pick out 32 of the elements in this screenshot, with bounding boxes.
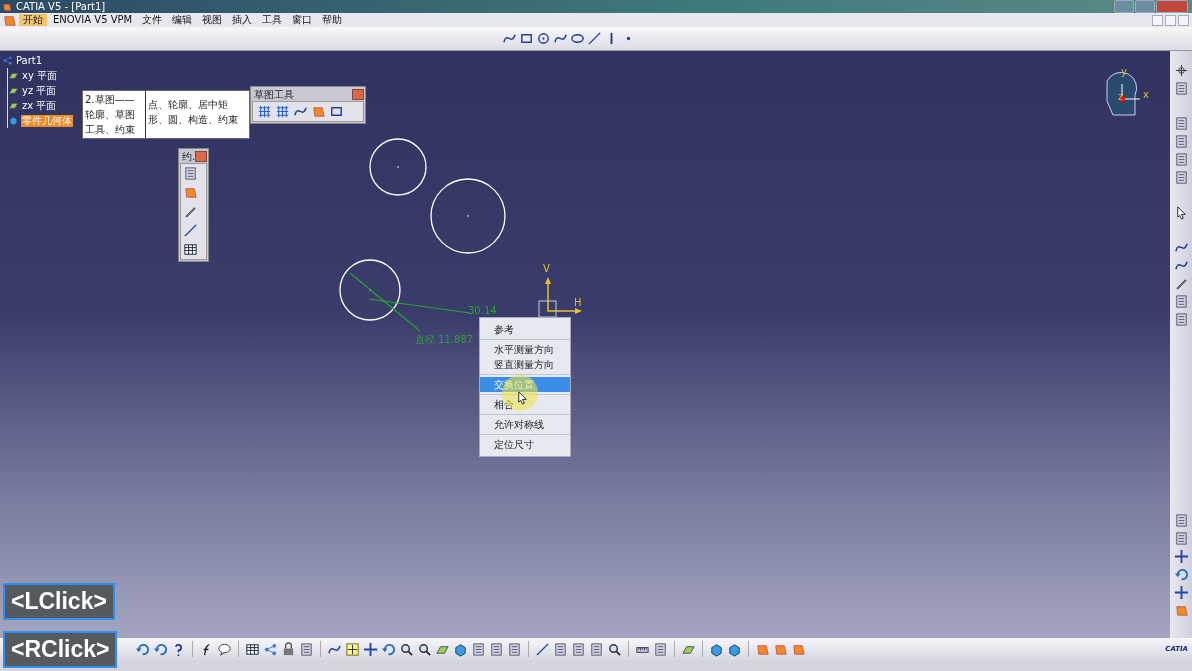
axis-label: V (543, 263, 550, 274)
menu-item[interactable]: 相合 (480, 397, 570, 412)
tree-item[interactable]: yz 平面 (21, 84, 58, 97)
toolbar-title: 约. (181, 150, 196, 163)
menu-item[interactable]: 文件 (138, 14, 167, 26)
tree-item[interactable]: Part1 (15, 54, 44, 67)
menu-item[interactable]: 帮助 (318, 14, 347, 26)
menu-item[interactable]: 允许对称线 (480, 417, 570, 432)
table-cell: 2.草图——轮廓、草图工具、约束 (83, 91, 146, 138)
tree-item[interactable]: zx 平面 (21, 99, 58, 112)
toolbar-title: 草图工具 (253, 88, 294, 101)
axis-label: H (574, 297, 582, 308)
menu-item[interactable]: 插入 (228, 14, 257, 26)
menu-item[interactable]: 窗口 (288, 14, 317, 26)
menu-item[interactable]: 工具 (258, 14, 287, 26)
menu-item[interactable]: 视图 (198, 14, 227, 26)
axis-label: x (1143, 89, 1149, 100)
menu-item[interactable]: ENOVIA V5 VPM (49, 14, 137, 26)
menu-item[interactable]: 竖直测量方向 (480, 357, 570, 372)
dimension-label: 直径 11.887 (415, 333, 474, 347)
axis-label: z (1118, 91, 1124, 102)
window-title: CATIA V5 - [Part1] (16, 0, 106, 13)
menu-item[interactable]: 定位尺寸 (480, 437, 570, 452)
tree-item[interactable]: xy 平面 (21, 69, 58, 82)
menu-item[interactable]: 编辑 (168, 14, 197, 26)
click-label: <RClick> (3, 631, 118, 668)
table-cell-text: 点、轮廓、居中矩形、圆、构造、约束 (147, 98, 239, 127)
menu-item[interactable]: 参考 (480, 322, 570, 337)
click-label: <LClick> (3, 583, 115, 620)
menu-item[interactable]: 开始 (19, 14, 47, 26)
menu-item[interactable]: 水平测量方向 (480, 342, 570, 357)
dimension-label: 30.14 (468, 305, 497, 316)
